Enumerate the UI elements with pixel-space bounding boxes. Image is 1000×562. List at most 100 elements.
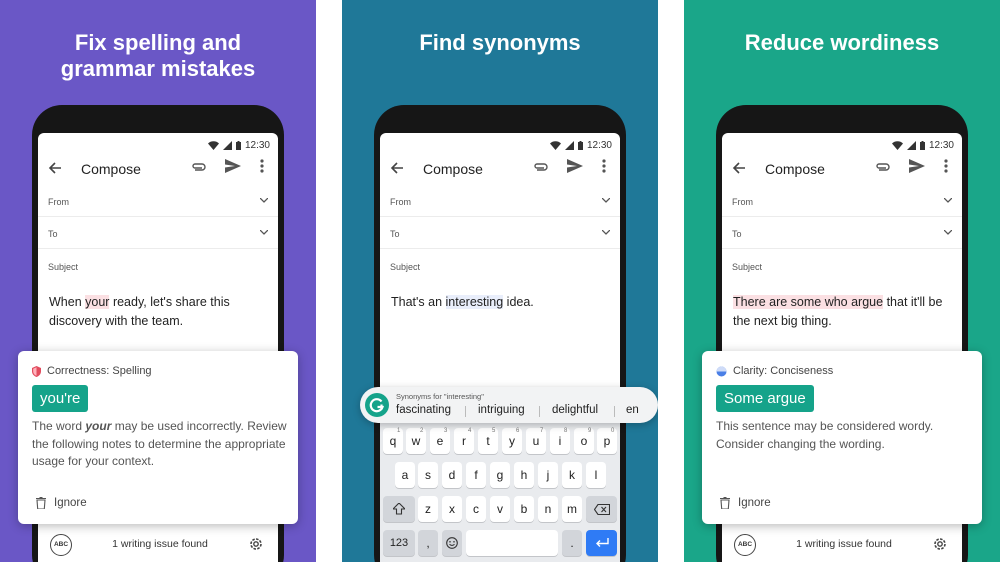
suggestion-chip[interactable]: Some argue: [716, 385, 814, 412]
synonym-option[interactable]: intriguing: [478, 404, 525, 416]
from-field[interactable]: From: [38, 185, 278, 217]
compose-title: Compose: [81, 161, 141, 177]
subject-label: Subject: [48, 262, 79, 272]
from-label: From: [48, 197, 69, 207]
key-d[interactable]: d: [442, 462, 462, 488]
grammarly-logo-icon[interactable]: [365, 393, 389, 417]
period-key[interactable]: .: [562, 530, 582, 556]
compose-app-bar: Compose: [38, 157, 278, 181]
send-icon[interactable]: [225, 159, 241, 173]
to-field[interactable]: To: [722, 217, 962, 249]
subject-field[interactable]: Subject: [380, 250, 620, 282]
ignore-button[interactable]: Ignore: [720, 497, 771, 509]
key-k[interactable]: k: [562, 462, 582, 488]
digit-hint: 7: [540, 428, 544, 434]
paperclip-icon[interactable]: [533, 161, 549, 173]
synonym-separator: [539, 406, 540, 417]
chevron-down-icon[interactable]: [944, 198, 952, 203]
key-m[interactable]: m: [562, 496, 582, 522]
key-j[interactable]: j: [538, 462, 558, 488]
key-f[interactable]: f: [466, 462, 486, 488]
key-s[interactable]: s: [418, 462, 438, 488]
flagged-word[interactable]: your: [85, 295, 110, 309]
chevron-down-icon[interactable]: [260, 198, 268, 203]
status-bar: 12:30: [549, 137, 612, 153]
key-l[interactable]: l: [586, 462, 606, 488]
gear-icon[interactable]: [932, 536, 948, 552]
flagged-phrase[interactable]: There are some who argue: [733, 295, 884, 309]
ignore-button[interactable]: Ignore: [36, 497, 87, 509]
subject-field[interactable]: Subject: [38, 250, 278, 282]
selected-word[interactable]: interesting: [445, 295, 504, 309]
backspace-key[interactable]: [586, 496, 617, 522]
abc-icon[interactable]: ABC: [50, 534, 72, 556]
clarity-drop-icon: [716, 366, 727, 376]
desc-emphasis: your: [85, 419, 112, 433]
back-arrow-icon[interactable]: [48, 161, 62, 175]
digit-hint: 2: [420, 428, 424, 434]
keyboard: q w e r t y u i o p a s d f g h j k l z …: [380, 420, 620, 562]
from-field[interactable]: From: [380, 185, 620, 217]
category-label: Correctness: Spelling: [47, 365, 152, 377]
shift-key[interactable]: [383, 496, 415, 522]
key-x[interactable]: x: [442, 496, 462, 522]
key-v[interactable]: v: [490, 496, 510, 522]
wifi-icon: [207, 140, 219, 150]
status-time: 12:30: [244, 139, 270, 151]
synonym-option[interactable]: en: [626, 404, 639, 416]
from-field[interactable]: From: [722, 185, 962, 217]
signal-icon: [222, 140, 232, 150]
key-a[interactable]: a: [395, 462, 415, 488]
chevron-down-icon[interactable]: [602, 198, 610, 203]
to-field[interactable]: To: [380, 217, 620, 249]
more-vert-icon[interactable]: [260, 159, 264, 173]
subject-field[interactable]: Subject: [722, 250, 962, 282]
email-body[interactable]: When your ready, let's share this discov…: [49, 293, 274, 331]
more-vert-icon[interactable]: [602, 159, 606, 173]
status-time: 12:30: [928, 139, 954, 151]
send-icon[interactable]: [909, 159, 925, 173]
wifi-icon: [891, 140, 903, 150]
compose-app-bar: Compose: [722, 157, 962, 181]
send-icon[interactable]: [567, 159, 583, 173]
paperclip-icon[interactable]: [191, 161, 207, 173]
numbers-key[interactable]: 123: [383, 530, 415, 556]
suggestion-chip[interactable]: you're: [32, 385, 89, 412]
space-key[interactable]: [466, 530, 558, 556]
back-arrow-icon[interactable]: [390, 161, 404, 175]
synonyms-label: Synonyms for "interesting": [396, 392, 484, 401]
abc-icon[interactable]: ABC: [734, 534, 756, 556]
enter-key[interactable]: [586, 530, 617, 556]
digit-hint: 1: [397, 428, 401, 434]
email-body[interactable]: There are some who argue that it'll be t…: [733, 293, 958, 331]
back-arrow-icon[interactable]: [732, 161, 746, 175]
from-label: From: [732, 197, 753, 207]
synonym-option[interactable]: fascinating: [396, 404, 451, 416]
more-vert-icon[interactable]: [944, 159, 948, 173]
digit-hint: 6: [516, 428, 520, 434]
key-c[interactable]: c: [466, 496, 486, 522]
email-body[interactable]: That's an interesting idea.: [391, 293, 616, 312]
card-description: This sentence may be considered wordy. C…: [716, 419, 934, 451]
from-label: From: [390, 197, 411, 207]
synonym-option[interactable]: delightful: [552, 404, 598, 416]
panel-headline: Reduce wordiness: [744, 30, 940, 55]
key-g[interactable]: g: [490, 462, 510, 488]
key-z[interactable]: z: [418, 496, 438, 522]
comma-key[interactable]: ,: [418, 530, 438, 556]
key-n[interactable]: n: [538, 496, 558, 522]
chevron-down-icon[interactable]: [260, 230, 268, 235]
card-category: Correctness: Spelling: [32, 365, 152, 377]
issue-count: 1 writing issue found: [112, 538, 208, 550]
emoji-key[interactable]: [442, 530, 462, 556]
subject-label: Subject: [732, 262, 763, 272]
chevron-down-icon[interactable]: [602, 230, 610, 235]
paperclip-icon[interactable]: [875, 161, 891, 173]
key-h[interactable]: h: [514, 462, 534, 488]
shield-icon: [32, 365, 41, 377]
key-b[interactable]: b: [514, 496, 534, 522]
to-field[interactable]: To: [38, 217, 278, 249]
desc-before: The word: [32, 419, 86, 433]
gear-icon[interactable]: [248, 536, 264, 552]
chevron-down-icon[interactable]: [944, 230, 952, 235]
